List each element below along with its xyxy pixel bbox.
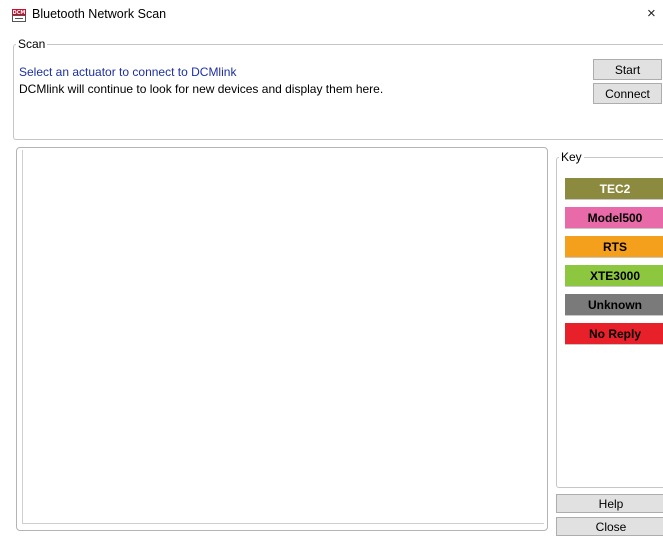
key-item-xte3000: XTE3000 [565, 265, 663, 287]
bluetooth-scan-window: DCM Bluetooth Network Scan × Scan Select… [0, 0, 663, 538]
key-item-rts: RTS [565, 236, 663, 258]
scan-group-legend: Scan [18, 37, 46, 51]
window-title: Bluetooth Network Scan [32, 7, 167, 21]
device-list[interactable] [16, 147, 548, 531]
help-button[interactable]: Help [556, 494, 663, 513]
scan-group: Scan Select an actuator to connect to DC… [13, 37, 663, 140]
scan-description: DCMlink will continue to look for new de… [19, 82, 384, 96]
close-window-icon[interactable]: × [647, 6, 656, 21]
key-group: Key TEC2 Model500 RTS XTE3000 Unknown No Repl… [556, 150, 663, 488]
key-item-unknown: Unknown [565, 294, 663, 316]
key-item-no-reply: No Reply [565, 323, 663, 345]
key-item-model500: Model500 [565, 207, 663, 229]
scan-instruction: Select an actuator to connect to DCMlink [19, 65, 237, 79]
app-icon: DCM [12, 9, 26, 22]
start-button[interactable]: Start [593, 59, 662, 80]
close-button[interactable]: Close [556, 517, 663, 536]
key-item-tec2: TEC2 [565, 178, 663, 200]
device-list-area[interactable] [22, 150, 544, 524]
connect-button[interactable]: Connect [593, 83, 662, 104]
key-group-legend: Key [561, 150, 582, 164]
title-bar: DCM Bluetooth Network Scan × [0, 0, 663, 30]
